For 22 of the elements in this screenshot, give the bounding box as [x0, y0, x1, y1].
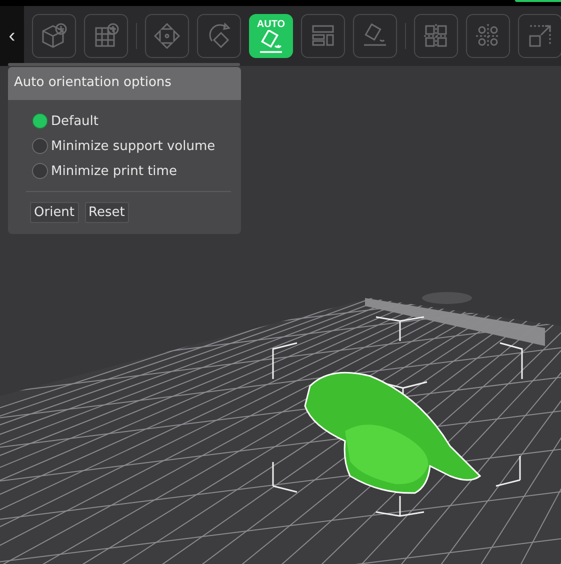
option-label[interactable]: Minimize support volume [51, 138, 216, 154]
scale-tool-button[interactable] [518, 14, 561, 58]
option-label[interactable]: Default [51, 114, 98, 128]
lay-flat-tool-button[interactable] [353, 14, 397, 58]
add-model-tool-button[interactable] [32, 14, 76, 58]
split-tool-button[interactable] [414, 14, 458, 58]
collapse-button[interactable]: ‹ [0, 6, 24, 66]
radio-button[interactable] [32, 113, 48, 129]
radio-button[interactable] [32, 163, 48, 179]
add-plate-tool-button[interactable] [84, 14, 128, 58]
panel-title: Auto orientation options [8, 67, 241, 100]
move-tool-button[interactable] [145, 14, 189, 58]
arrange-tool-button[interactable] [301, 14, 345, 58]
orient-button[interactable]: Orient [30, 202, 79, 223]
move-arrows-icon [152, 21, 182, 51]
rotate-tool-button[interactable] [197, 14, 241, 58]
option-label[interactable]: Minimize print time [51, 164, 177, 178]
settings-grid-tool-button[interactable] [466, 14, 510, 58]
status-indicator [515, 0, 561, 2]
scrollbar-thumb[interactable] [8, 63, 240, 66]
reset-button[interactable]: Reset [84, 202, 129, 223]
radio-button[interactable] [32, 138, 48, 154]
